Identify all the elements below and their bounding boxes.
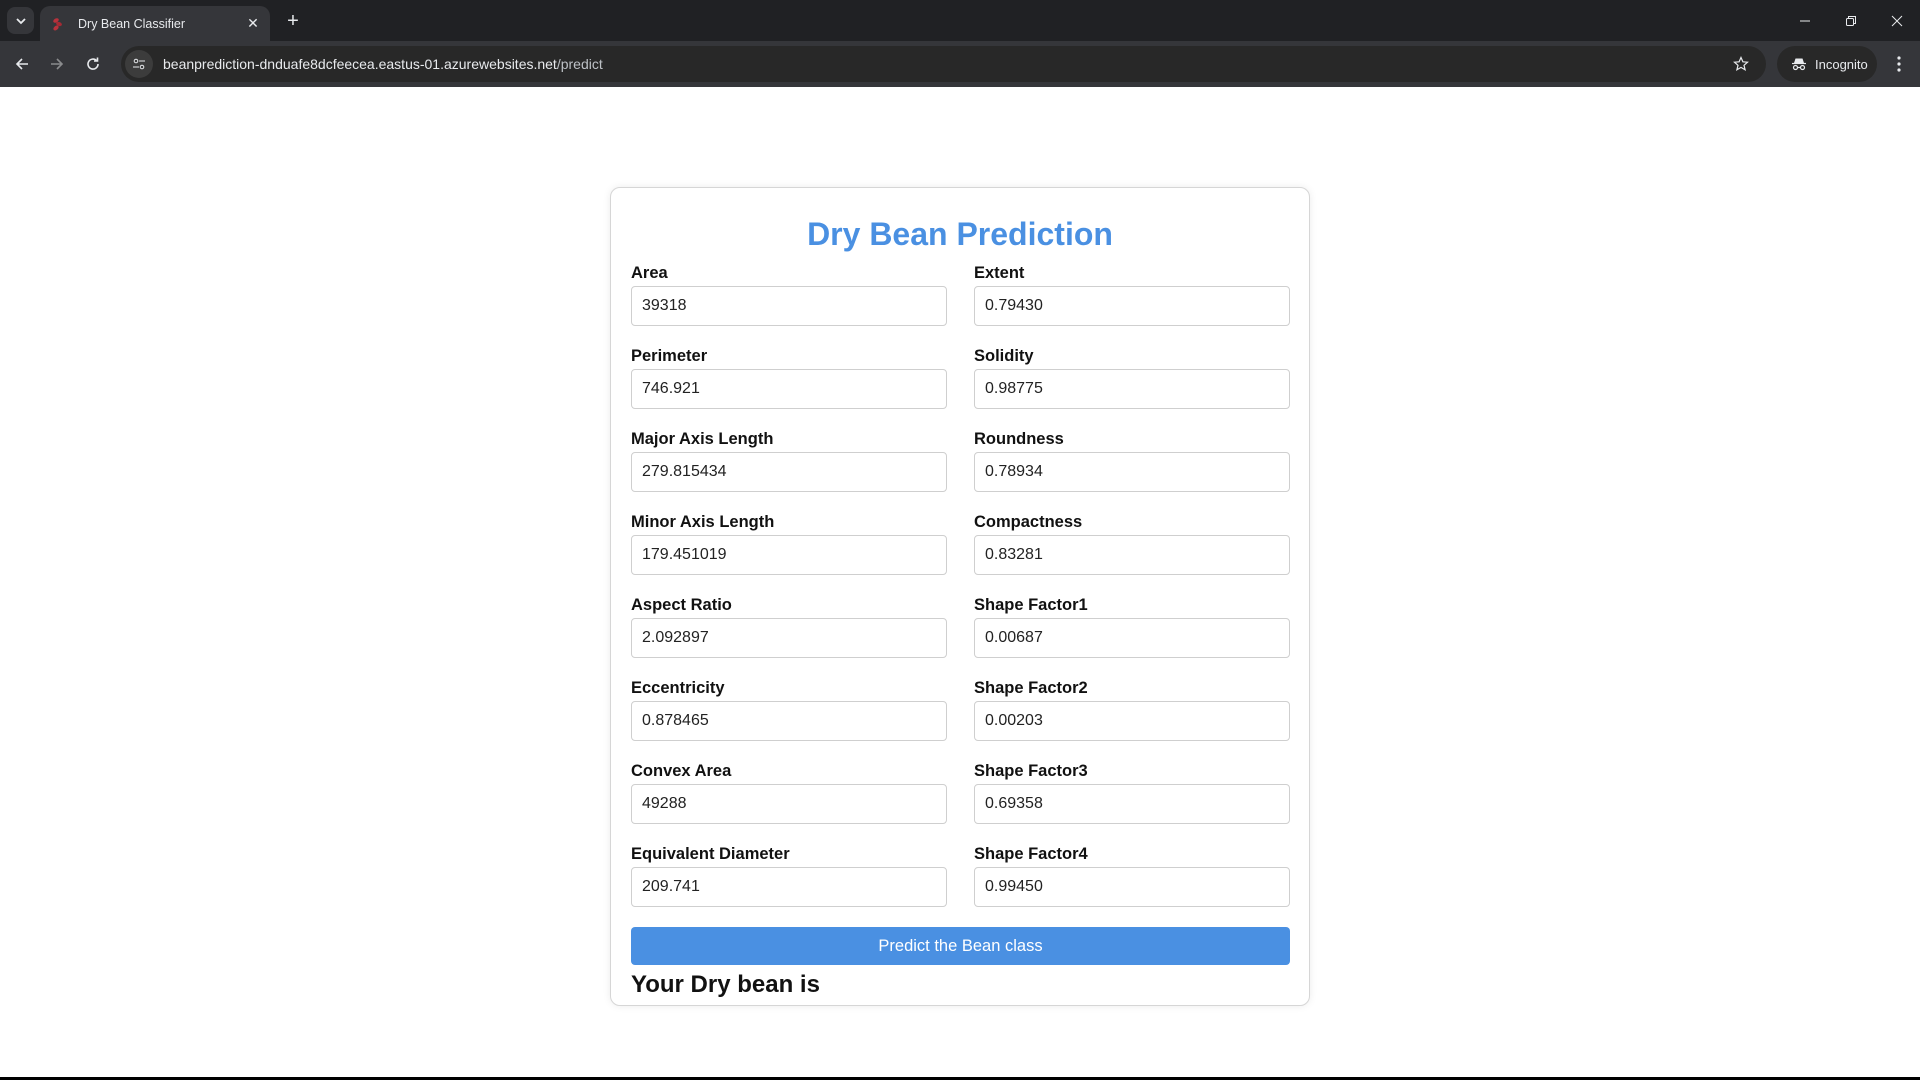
url-text[interactable]: beanprediction-dnduafe8dcfeecea.eastus-0… xyxy=(163,56,1726,72)
field-shape-factor4: Shape Factor4 xyxy=(974,843,1290,926)
incognito-icon xyxy=(1791,57,1807,71)
field-label: Solidity xyxy=(974,347,1034,365)
prediction-form-card: Dry Bean Prediction Area Extent Perimete… xyxy=(610,187,1310,1006)
browser-menu-button[interactable] xyxy=(1884,49,1914,79)
page-title: Dry Bean Prediction xyxy=(807,216,1113,252)
chevron-down-icon xyxy=(15,17,26,24)
extent-input[interactable] xyxy=(974,286,1290,326)
browser-toolbar: beanprediction-dnduafe8dcfeecea.eastus-0… xyxy=(0,41,1920,87)
minimize-icon xyxy=(1800,20,1810,21)
new-tab-button[interactable]: + xyxy=(281,9,305,33)
tab-title: Dry Bean Classifier xyxy=(78,16,185,31)
field-label: Shape Factor4 xyxy=(974,845,1088,863)
close-icon xyxy=(1891,15,1903,26)
field-label: Roundness xyxy=(974,430,1064,448)
window-controls xyxy=(1782,0,1920,41)
minimize-button[interactable] xyxy=(1782,0,1828,41)
star-icon xyxy=(1733,56,1749,72)
forward-button[interactable] xyxy=(42,49,72,79)
field-eccentricity: Eccentricity xyxy=(631,677,947,760)
convex-area-input[interactable] xyxy=(631,784,947,824)
prediction-result: Your Dry bean is xyxy=(631,971,820,998)
browser-tabstrip: Dry Bean Classifier ✕ + xyxy=(0,0,1920,41)
field-extent: Extent xyxy=(974,262,1290,345)
site-info-button[interactable] xyxy=(125,50,153,78)
compactness-input[interactable] xyxy=(974,535,1290,575)
restore-button[interactable] xyxy=(1828,0,1874,41)
tab-search-button[interactable] xyxy=(7,7,34,34)
field-label: Compactness xyxy=(974,513,1083,531)
incognito-label: Incognito xyxy=(1815,56,1868,72)
url-path: /predict xyxy=(556,56,603,72)
field-roundness: Roundness xyxy=(974,428,1290,511)
reload-button[interactable] xyxy=(78,49,108,79)
aspect-ratio-input[interactable] xyxy=(631,618,947,658)
field-label: Area xyxy=(631,264,668,282)
bean-favicon-icon xyxy=(53,17,62,30)
more-vert-icon xyxy=(1897,56,1901,72)
field-label: Shape Factor2 xyxy=(974,679,1088,697)
field-solidity: Solidity xyxy=(974,345,1290,428)
field-label: Major Axis Length xyxy=(631,430,774,448)
restore-icon xyxy=(1846,15,1856,26)
major-axis-length-input[interactable] xyxy=(631,452,947,492)
shape-factor2-input[interactable] xyxy=(974,701,1290,741)
field-label: Eccentricity xyxy=(631,679,725,697)
field-label: Extent xyxy=(974,264,1025,282)
field-label: Perimeter xyxy=(631,347,708,365)
field-label: Equivalent Diameter xyxy=(631,845,790,863)
field-label: Convex Area xyxy=(631,762,732,780)
field-minor-axis-length: Minor Axis Length xyxy=(631,511,947,594)
close-window-button[interactable] xyxy=(1874,0,1920,41)
arrow-left-icon xyxy=(15,58,28,70)
predict-button[interactable]: Predict the Bean class xyxy=(631,927,1290,965)
field-area: Area xyxy=(631,262,947,345)
field-aspect-ratio: Aspect Ratio xyxy=(631,594,947,677)
field-compactness: Compactness xyxy=(974,511,1290,594)
shape-factor3-input[interactable] xyxy=(974,784,1290,824)
field-equivalent-diameter: Equivalent Diameter xyxy=(631,843,947,926)
close-tab-icon[interactable]: ✕ xyxy=(242,13,264,35)
field-shape-factor3: Shape Factor3 xyxy=(974,760,1290,843)
shape-factor1-input[interactable] xyxy=(974,618,1290,658)
tune-icon xyxy=(133,58,145,70)
field-shape-factor1: Shape Factor1 xyxy=(974,594,1290,677)
address-bar[interactable]: beanprediction-dnduafe8dcfeecea.eastus-0… xyxy=(121,46,1766,82)
fields-grid: Area Extent Perimeter Solidity Major Axi… xyxy=(631,262,1290,926)
shape-factor4-input[interactable] xyxy=(974,867,1290,907)
arrow-right-icon xyxy=(51,58,64,70)
field-label: Shape Factor1 xyxy=(974,596,1088,614)
reload-icon xyxy=(87,57,99,70)
field-label: Shape Factor3 xyxy=(974,762,1088,780)
field-perimeter: Perimeter xyxy=(631,345,947,428)
page-content: Dry Bean Prediction Area Extent Perimete… xyxy=(0,87,1920,1077)
eccentricity-input[interactable] xyxy=(631,701,947,741)
minor-axis-length-input[interactable] xyxy=(631,535,947,575)
field-convex-area: Convex Area xyxy=(631,760,947,843)
field-shape-factor2: Shape Factor2 xyxy=(974,677,1290,760)
roundness-input[interactable] xyxy=(974,452,1290,492)
bookmark-button[interactable] xyxy=(1726,49,1756,79)
field-major-axis-length: Major Axis Length xyxy=(631,428,947,511)
back-button[interactable] xyxy=(7,49,37,79)
field-label: Minor Axis Length xyxy=(631,513,775,531)
area-input[interactable] xyxy=(631,286,947,326)
field-label: Aspect Ratio xyxy=(631,596,732,614)
incognito-indicator[interactable]: Incognito xyxy=(1777,46,1877,82)
equivalent-diameter-input[interactable] xyxy=(631,867,947,907)
browser-tab-active[interactable]: Dry Bean Classifier ✕ xyxy=(40,6,270,41)
solidity-input[interactable] xyxy=(974,369,1290,409)
url-host: beanprediction-dnduafe8dcfeecea.eastus-0… xyxy=(163,56,557,72)
perimeter-input[interactable] xyxy=(631,369,947,409)
